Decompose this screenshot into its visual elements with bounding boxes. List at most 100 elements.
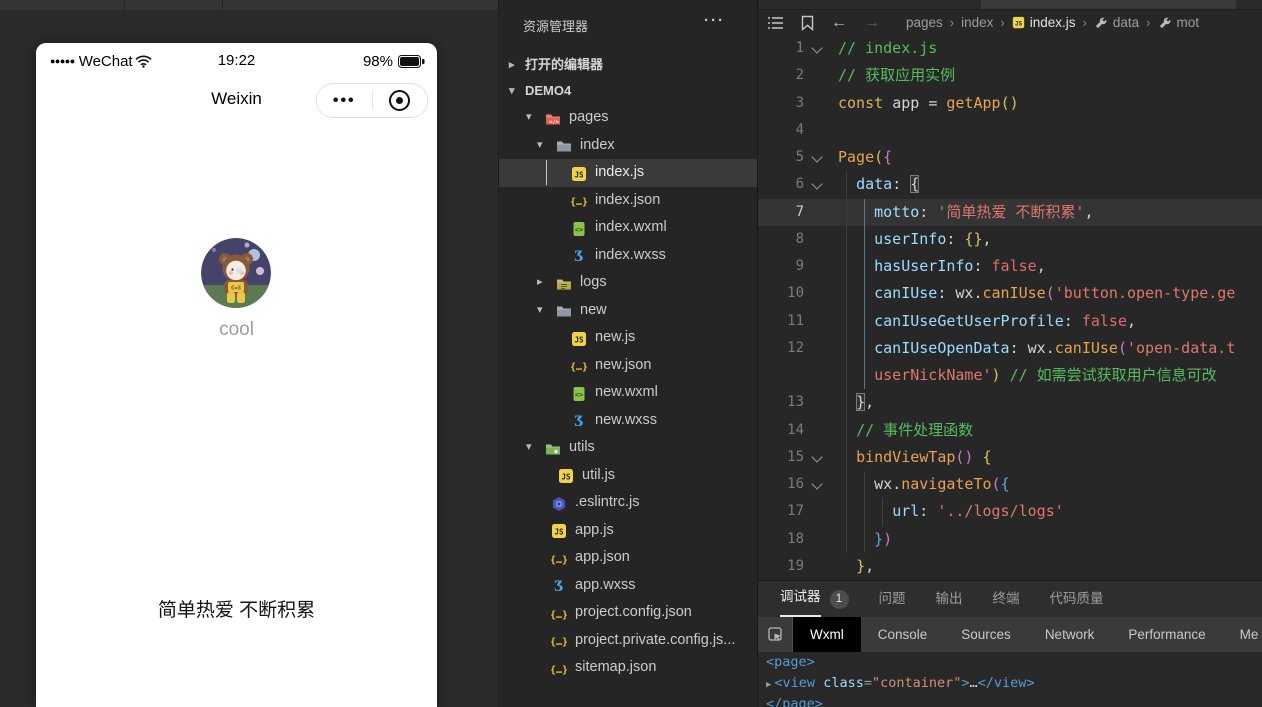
breadcrumb-item-data[interactable]: data xyxy=(1094,15,1139,30)
devtools-tab-performance[interactable]: Performance xyxy=(1111,617,1222,652)
breadcrumb-bar: ← → pages›index›JSindex.js›data›mot xyxy=(758,10,1262,35)
tree-item-utils[interactable]: ▾utils xyxy=(499,434,757,462)
nav-forward-icon[interactable]: → xyxy=(864,14,880,32)
tab-label: 输出 xyxy=(936,581,963,617)
tree-item-index-json[interactable]: {…}index.json xyxy=(499,187,757,215)
fold-chevron-icon[interactable] xyxy=(804,471,830,498)
more-actions-icon[interactable]: ··· xyxy=(704,12,725,29)
code-line-8[interactable]: 8 userInfo: {}, xyxy=(758,226,1262,253)
tree-item--eslintrc-js[interactable]: .eslintrc.js xyxy=(499,489,757,517)
wxml-node[interactable]: ▶<view class="container">…</view> xyxy=(758,673,1262,694)
tree-item-app-js[interactable]: JSapp.js xyxy=(499,517,757,545)
code-line-19[interactable]: 19 }, xyxy=(758,553,1262,580)
tree-item-index-wxml[interactable]: <>index.wxml xyxy=(499,214,757,242)
tree-item-new-wxss[interactable]: Ʒnew.wxss xyxy=(499,407,757,435)
explorer-title: 资源管理器 xyxy=(523,16,588,35)
bookmark-icon[interactable] xyxy=(801,15,814,31)
code-text: Page({ xyxy=(830,144,892,171)
chevron-down-icon[interactable]: ▾ xyxy=(537,132,543,160)
code-line-12[interactable]: 12 canIUseOpenData: wx.canIUse('open-dat… xyxy=(758,335,1262,362)
tree-item-index-js[interactable]: JSindex.js xyxy=(499,159,757,187)
tree-item-new[interactable]: ▾new xyxy=(499,297,757,325)
code-line-18[interactable]: 18 }) xyxy=(758,526,1262,553)
code-line-wrap[interactable]: userNickName') // 如需尝试获取用户信息可改 xyxy=(758,362,1262,389)
inspect-element-button[interactable] xyxy=(758,617,793,652)
tree-item-project-config-json[interactable]: {…}project.config.json xyxy=(499,599,757,627)
code-editor[interactable]: 1// index.js2// 获取应用实例3const app = getAp… xyxy=(758,35,1262,580)
capsule-menu[interactable]: ••• xyxy=(316,83,428,118)
devtools-tab-me[interactable]: Me xyxy=(1223,617,1262,652)
fold-chevron-icon[interactable] xyxy=(804,444,830,471)
devtools-tab-wxml[interactable]: Wxml xyxy=(793,617,861,652)
section-label: DEMO4 xyxy=(525,78,571,104)
code-line-11[interactable]: 11 canIUseGetUserProfile: false, xyxy=(758,308,1262,335)
tree-item-pages[interactable]: ▾</>pages xyxy=(499,104,757,132)
tree-item-label: index.json xyxy=(595,187,660,215)
code-line-17[interactable]: 17 url: '../logs/logs' xyxy=(758,498,1262,525)
tree-item-index[interactable]: ▾index xyxy=(499,132,757,160)
tree-item-logs[interactable]: ▸logs xyxy=(499,269,757,297)
tree-item-sitemap-json[interactable]: {…}sitemap.json xyxy=(499,654,757,682)
code-line-10[interactable]: 10 canIUse: wx.canIUse('button.open-type… xyxy=(758,280,1262,307)
code-line-16[interactable]: 16 wx.navigateTo({ xyxy=(758,471,1262,498)
debugger-tab-问题[interactable]: 问题 xyxy=(879,581,906,617)
debugger-tab-终端[interactable]: 终端 xyxy=(993,581,1020,617)
code-line-2[interactable]: 2// 获取应用实例 xyxy=(758,62,1262,89)
fold-column xyxy=(804,362,830,389)
breadcrumb-item-pages[interactable]: pages xyxy=(906,15,943,30)
devtools-tab-console[interactable]: Console xyxy=(861,617,945,652)
user-avatar[interactable]: C=3 xyxy=(201,238,271,308)
expand-arrow-icon[interactable]: ▶ xyxy=(766,680,771,690)
code-line-4[interactable]: 4 xyxy=(758,117,1262,144)
devtools-tab-sources[interactable]: Sources xyxy=(944,617,1028,652)
wxml-node[interactable]: </page> xyxy=(758,694,1262,707)
tree-item-app-json[interactable]: {…}app.json xyxy=(499,544,757,572)
code-line-13[interactable]: 13 }, xyxy=(758,389,1262,416)
code-line-1[interactable]: 1// index.js xyxy=(758,35,1262,62)
devtools-tab-network[interactable]: Network xyxy=(1028,617,1112,652)
js-icon: JS xyxy=(571,330,587,346)
editor-tab-strip[interactable] xyxy=(758,0,1262,10)
code-line-14[interactable]: 14 // 事件处理函数 xyxy=(758,417,1262,444)
code-line-9[interactable]: 9 hasUserInfo: false, xyxy=(758,253,1262,280)
debugger-tab-调试器[interactable]: 调试器1 xyxy=(780,581,849,617)
svg-text:{…}: {…} xyxy=(551,637,567,648)
eslint-icon xyxy=(551,495,567,511)
section-open-editors[interactable]: ▸ 打开的编辑器 xyxy=(499,52,757,78)
outline-list-icon[interactable] xyxy=(767,16,784,30)
motto-text: 简单热爱 不断积累 xyxy=(36,595,437,622)
tree-item-index-wxss[interactable]: Ʒindex.wxss xyxy=(499,242,757,270)
svg-text:</>: </> xyxy=(549,119,560,125)
js-icon: JS xyxy=(571,165,587,181)
breadcrumb-item-mot[interactable]: mot xyxy=(1158,15,1200,30)
wxml-node[interactable]: <page> xyxy=(758,652,1262,673)
json-icon: {…} xyxy=(551,660,567,676)
code-line-15[interactable]: 15 bindViewTap() { xyxy=(758,444,1262,471)
tree-item-project-private-config-js-[interactable]: {…}project.private.config.js... xyxy=(499,627,757,655)
tree-item-new-js[interactable]: JSnew.js xyxy=(499,324,757,352)
code-line-5[interactable]: 5Page({ xyxy=(758,144,1262,171)
chevron-down-icon[interactable]: ▾ xyxy=(526,104,532,132)
code-line-6[interactable]: 6 data: { xyxy=(758,171,1262,198)
chevron-right-icon[interactable]: ▸ xyxy=(537,269,543,297)
active-editor-tab[interactable] xyxy=(981,0,1236,9)
fold-chevron-icon[interactable] xyxy=(804,171,830,198)
chevron-down-icon[interactable]: ▾ xyxy=(526,434,532,462)
exit-button[interactable] xyxy=(373,90,428,111)
breadcrumb-item-index-js[interactable]: JSindex.js xyxy=(1012,15,1076,30)
fold-chevron-icon[interactable] xyxy=(804,35,830,62)
debugger-tab-代码质量[interactable]: 代码质量 xyxy=(1050,581,1104,617)
fold-chevron-icon[interactable] xyxy=(804,144,830,171)
tree-item-new-wxml[interactable]: <>new.wxml xyxy=(499,379,757,407)
tree-item-new-json[interactable]: {…}new.json xyxy=(499,352,757,380)
tree-item-app-wxss[interactable]: Ʒapp.wxss xyxy=(499,572,757,600)
code-line-7[interactable]: 7 motto: '简单热爱 不断积累', xyxy=(758,199,1262,226)
code-line-3[interactable]: 3const app = getApp() xyxy=(758,90,1262,117)
tree-item-util-js[interactable]: JSutil.js xyxy=(499,462,757,490)
chevron-down-icon[interactable]: ▾ xyxy=(537,297,543,325)
debugger-tab-输出[interactable]: 输出 xyxy=(936,581,963,617)
more-menu-button[interactable]: ••• xyxy=(317,86,372,116)
section-project-root[interactable]: ▾ DEMO4 xyxy=(499,78,757,104)
breadcrumb-item-index[interactable]: index xyxy=(961,15,993,30)
nav-back-icon[interactable]: ← xyxy=(831,14,847,32)
